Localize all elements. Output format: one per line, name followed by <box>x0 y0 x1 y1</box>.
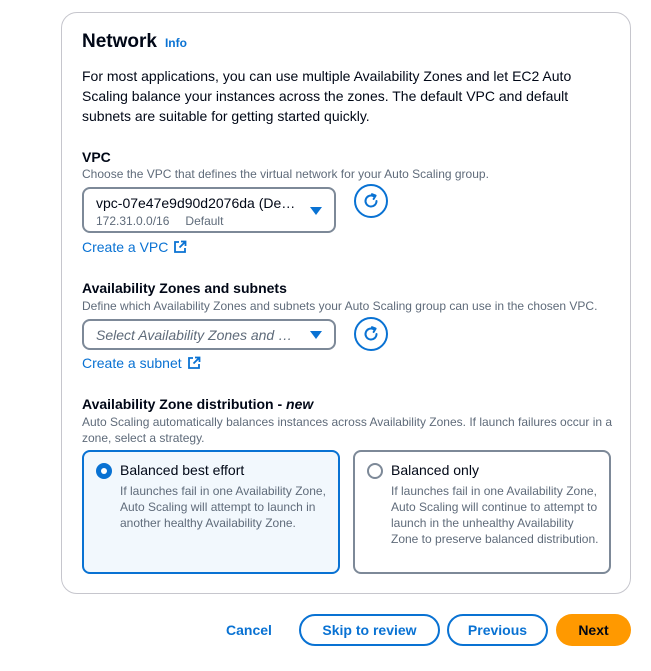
vpc-label: VPC <box>82 149 111 165</box>
radio-balanced-only[interactable]: Balanced only If launches fail in one Av… <box>353 450 611 574</box>
az-subnets-label: Availability Zones and subnets <box>82 280 287 296</box>
az-subnets-select[interactable]: Select Availability Zones and subnets <box>82 319 336 350</box>
vpc-refresh-button[interactable] <box>354 184 388 218</box>
radio-option-description: If launches fail in one Availability Zon… <box>391 484 599 546</box>
refresh-icon <box>364 326 378 341</box>
refresh-icon <box>364 193 378 208</box>
external-link-icon <box>174 240 187 253</box>
az-subnets-refresh-button[interactable] <box>354 317 388 351</box>
vpc-cidr: 172.31.0.0/16 <box>96 214 170 228</box>
az-subnets-hint: Define which Availability Zones and subn… <box>82 299 598 313</box>
info-link[interactable]: Info <box>165 36 187 50</box>
skip-to-review-button[interactable]: Skip to review <box>299 614 440 646</box>
az-subnets-placeholder: Select Availability Zones and subnets <box>96 327 296 343</box>
create-vpc-label: Create a VPC <box>82 239 169 255</box>
az-distribution-hint: Auto Scaling automatically balances inst… <box>82 415 613 445</box>
chevron-down-icon <box>310 331 322 339</box>
az-distribution-label: Availability Zone distribution - new <box>82 396 313 412</box>
cancel-button[interactable]: Cancel <box>218 614 280 646</box>
create-vpc-link[interactable]: Create a VPC <box>82 239 187 255</box>
network-panel: Network Info For most applications, you … <box>61 12 631 594</box>
chevron-down-icon <box>310 207 322 215</box>
vpc-selected-value: vpc-07e47e9d90d2076da (Default) <box>96 195 296 211</box>
radio-selected-icon[interactable] <box>96 463 112 479</box>
radio-option-title: Balanced best effort <box>120 462 245 478</box>
vpc-details: 172.31.0.0/16 Default <box>96 214 239 228</box>
az-distribution-label-text: Availability Zone distribution - <box>82 396 287 412</box>
radio-option-description: If launches fail in one Availability Zon… <box>120 484 326 530</box>
radio-option-title: Balanced only <box>391 462 479 478</box>
next-button[interactable]: Next <box>556 614 631 646</box>
network-title: Network <box>82 31 157 52</box>
previous-button[interactable]: Previous <box>447 614 548 646</box>
vpc-select[interactable]: vpc-07e47e9d90d2076da (Default) 172.31.0… <box>82 187 336 233</box>
network-description: For most applications, you can use multi… <box>82 68 572 124</box>
radio-unselected-icon[interactable] <box>367 463 383 479</box>
radio-balanced-best-effort[interactable]: Balanced best effort If launches fail in… <box>82 450 340 574</box>
create-subnet-label: Create a subnet <box>82 355 182 371</box>
vpc-hint: Choose the VPC that defines the virtual … <box>82 167 489 181</box>
create-subnet-link[interactable]: Create a subnet <box>82 355 201 371</box>
external-link-icon <box>187 356 201 369</box>
network-header: Network Info <box>82 31 187 53</box>
vpc-tag: Default <box>185 214 224 228</box>
new-badge: new <box>286 396 314 412</box>
